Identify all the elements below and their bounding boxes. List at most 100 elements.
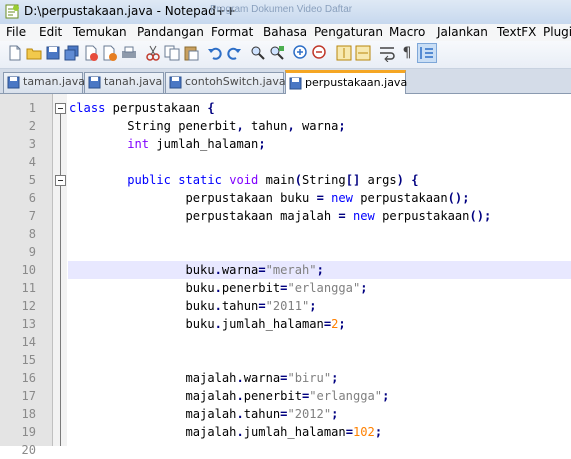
menu-run[interactable]: Jalankan xyxy=(437,25,488,39)
code-line[interactable]: 19 majalah.jumlah_halaman=102; xyxy=(0,423,571,441)
menu-bar: File Edit Temukan Pandangan Format Bahas… xyxy=(0,24,571,41)
menu-language[interactable]: Bahasa xyxy=(263,25,307,39)
tab-label: perpustakaan.java xyxy=(305,76,408,89)
undo-icon[interactable] xyxy=(206,44,224,62)
toolbar: ¶ xyxy=(0,41,571,69)
save-icon xyxy=(88,76,101,89)
word-wrap-icon[interactable] xyxy=(378,44,396,62)
line-number: 11 xyxy=(21,281,36,295)
line-text: class perpustakaan { xyxy=(69,101,215,115)
background-window-text: Program Dokumen Video Daftar xyxy=(210,4,353,15)
menu-plugins[interactable]: Plugi xyxy=(543,25,571,39)
notepad-plus-plus-icon xyxy=(5,4,19,19)
tab-label: tanah.java xyxy=(104,75,163,88)
save-icon xyxy=(289,77,302,90)
sync-vertical-icon[interactable] xyxy=(335,44,353,62)
line-text: majalah.tahun="2012"; xyxy=(69,407,339,421)
tab-contohswitch-java[interactable]: contohSwitch.java xyxy=(165,72,286,93)
line-text: majalah.jumlah_halaman=102; xyxy=(69,425,383,439)
menu-file[interactable]: File xyxy=(6,25,26,39)
code-line[interactable]: 9 xyxy=(0,243,571,261)
window-title: D:\perpustakaan.java - Notepad++ xyxy=(24,4,236,18)
line-number: 1 xyxy=(28,101,36,115)
line-text: buku.tahun="2011"; xyxy=(69,299,317,313)
menu-settings[interactable]: Pengaturan xyxy=(314,25,383,39)
tab-taman-java[interactable]: taman.java xyxy=(3,72,85,93)
replace-icon[interactable] xyxy=(268,44,286,62)
code-line[interactable]: 16 majalah.warna="biru"; xyxy=(0,369,571,387)
line-number: 5 xyxy=(28,173,36,187)
tab-perpustakaan-java[interactable]: perpustakaan.java xyxy=(285,70,408,96)
zoom-in-icon[interactable] xyxy=(292,44,310,62)
cut-icon[interactable] xyxy=(144,44,162,62)
line-number: 4 xyxy=(28,155,36,169)
print-icon[interactable] xyxy=(120,44,138,62)
new-file-icon[interactable] xyxy=(6,44,24,62)
tab-label: contohSwitch.java xyxy=(185,75,286,88)
line-text: buku.penerbit="erlangga"; xyxy=(69,281,368,295)
tab-tanah-java[interactable]: tanah.java xyxy=(84,72,164,93)
code-line[interactable]: 1 class perpustakaan { xyxy=(0,99,571,117)
line-number: 7 xyxy=(28,209,36,223)
line-number: 18 xyxy=(21,407,36,421)
show-all-chars-icon[interactable]: ¶ xyxy=(398,44,416,62)
title-bar: D:\perpustakaan.java - Notepad++ Program… xyxy=(0,0,571,25)
line-text: int jumlah_halaman; xyxy=(127,137,266,151)
save-all-icon[interactable] xyxy=(63,44,81,62)
code-line[interactable]: 11 buku.penerbit="erlangga"; xyxy=(0,279,571,297)
indent-guide-icon[interactable] xyxy=(417,43,437,63)
menu-edit[interactable]: Edit xyxy=(39,25,62,39)
line-number: 14 xyxy=(21,335,36,349)
code-line[interactable]: 5 public static void main(String[] args)… xyxy=(0,171,571,189)
menu-format[interactable]: Format xyxy=(211,25,253,39)
save-icon xyxy=(169,76,182,89)
save-icon xyxy=(7,76,20,89)
line-text: perpustakaan buku = new perpustakaan(); xyxy=(69,191,470,205)
line-number: 2 xyxy=(28,119,36,133)
line-number: 6 xyxy=(28,191,36,205)
code-line[interactable]: 3 int jumlah_halaman; xyxy=(0,135,571,153)
line-number: 17 xyxy=(21,389,36,403)
close-all-icon[interactable] xyxy=(101,44,119,62)
code-line[interactable]: 8 xyxy=(0,225,571,243)
code-line[interactable]: 6 perpustakaan buku = new perpustakaan()… xyxy=(0,189,571,207)
menu-macro[interactable]: Macro xyxy=(389,25,425,39)
code-line[interactable]: 14 xyxy=(0,333,571,351)
close-icon[interactable] xyxy=(82,44,100,62)
line-number: 15 xyxy=(21,353,36,367)
line-text: perpustakaan majalah = new perpustakaan(… xyxy=(69,209,492,223)
line-number: 9 xyxy=(28,245,36,259)
line-text: buku.warna="merah"; xyxy=(69,263,324,277)
zoom-out-icon[interactable] xyxy=(311,44,329,62)
paste-icon[interactable] xyxy=(182,44,200,62)
line-number: 8 xyxy=(28,227,36,241)
copy-icon[interactable] xyxy=(163,44,181,62)
line-number: 10 xyxy=(21,263,36,277)
menu-search[interactable]: Temukan xyxy=(73,25,127,39)
code-line[interactable]: 10 buku.warna="merah"; xyxy=(0,261,571,279)
menu-view[interactable]: Pandangan xyxy=(137,25,204,39)
sync-horizontal-icon[interactable] xyxy=(354,44,372,62)
open-file-icon[interactable] xyxy=(25,44,43,62)
line-number: 3 xyxy=(28,137,36,151)
redo-icon[interactable] xyxy=(225,44,243,62)
code-line[interactable]: 12 buku.tahun="2011"; xyxy=(0,297,571,315)
code-line[interactable]: 20 xyxy=(0,441,571,459)
menu-textfx[interactable]: TextFX xyxy=(497,25,536,39)
line-number: 13 xyxy=(21,317,36,331)
code-editor[interactable]: 1 class perpustakaan { 2 String penerbit, … xyxy=(0,94,571,457)
save-icon[interactable] xyxy=(44,44,62,62)
line-text: majalah.penerbit="erlangga"; xyxy=(69,389,390,403)
line-text: String penerbit, tahun, warna; xyxy=(69,119,346,133)
code-line[interactable]: 4 xyxy=(0,153,571,171)
line-text: buku.jumlah_halaman=2; xyxy=(69,317,346,331)
code-line[interactable]: 17 majalah.penerbit="erlangga"; xyxy=(0,387,571,405)
find-icon[interactable] xyxy=(249,44,267,62)
document-tab-bar: taman.java tanah.java contohSwitch.java … xyxy=(0,69,571,96)
code-line[interactable]: 7 perpustakaan majalah = new perpustakaa… xyxy=(0,207,571,225)
line-number: 20 xyxy=(21,443,36,457)
code-line[interactable]: 2 String penerbit, tahun, warna; xyxy=(0,117,571,135)
code-line[interactable]: 15 xyxy=(0,351,571,369)
code-line[interactable]: 13 buku.jumlah_halaman=2; xyxy=(0,315,571,333)
code-line[interactable]: 18 majalah.tahun="2012"; xyxy=(0,405,571,423)
